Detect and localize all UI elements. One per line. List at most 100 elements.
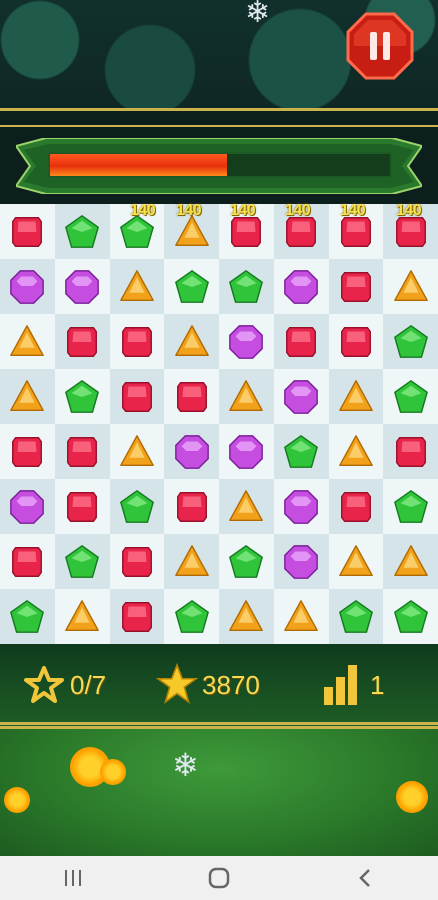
board-cell[interactable]: [383, 259, 438, 314]
board-cell[interactable]: [273, 479, 329, 534]
board-cell[interactable]: [109, 479, 165, 534]
board-cell[interactable]: [109, 424, 165, 479]
board-cell[interactable]: [164, 369, 219, 424]
board-cell[interactable]: [164, 479, 219, 534]
board-cell[interactable]: [54, 479, 110, 534]
gem-green-icon: [393, 599, 428, 633]
pause-icon: [346, 12, 414, 80]
gem-red-icon: [121, 326, 152, 357]
board-cell[interactable]: [219, 589, 274, 644]
snowflake-icon: ❄: [172, 747, 199, 783]
board-cell[interactable]: [164, 534, 219, 589]
gem-purple-icon: [65, 269, 99, 304]
board-cell[interactable]: [273, 369, 329, 424]
board-cell[interactable]: [328, 479, 384, 534]
score-value: 3870: [202, 670, 260, 700]
gem-green-icon: [338, 599, 373, 633]
game-board: [0, 204, 438, 644]
meadow-background: ❄: [0, 726, 438, 859]
board-cell[interactable]: [109, 259, 165, 314]
board-cell[interactable]: [328, 424, 384, 479]
board-cell[interactable]: [383, 369, 438, 424]
board-cell[interactable]: [164, 314, 219, 369]
board-cell[interactable]: [164, 589, 219, 644]
score-popup: 140: [176, 202, 202, 219]
recent-apps-button[interactable]: [43, 858, 103, 898]
board-cell[interactable]: [219, 259, 274, 314]
gem-orange-icon: [284, 599, 318, 631]
snowflake-icon: ❄: [245, 0, 271, 29]
gem-orange-icon: [229, 379, 264, 411]
gem-green-icon: [65, 379, 100, 413]
board-cell[interactable]: [328, 534, 384, 589]
board-cell[interactable]: [219, 314, 274, 369]
gem-purple-icon: [10, 269, 45, 304]
board-cell[interactable]: [219, 424, 274, 479]
gem-red-icon: [176, 491, 207, 522]
gem-red-icon: [340, 491, 371, 522]
board-cell[interactable]: [0, 424, 55, 479]
board-cell[interactable]: [328, 369, 384, 424]
board-cell[interactable]: [383, 424, 438, 479]
gem-green-icon: [229, 269, 264, 303]
board-cell[interactable]: [273, 424, 329, 479]
gem-red-icon: [67, 491, 98, 522]
board-cell[interactable]: [0, 204, 55, 259]
board-cell[interactable]: [273, 314, 329, 369]
back-button[interactable]: [335, 858, 395, 898]
star-outline-icon: [24, 666, 64, 703]
board-cell[interactable]: [164, 424, 219, 479]
board-cell[interactable]: [164, 259, 219, 314]
gem-red-icon: [67, 436, 98, 467]
board-cell[interactable]: [328, 259, 384, 314]
board-cell[interactable]: [109, 314, 165, 369]
gem-red-icon: [176, 381, 207, 412]
gem-red-icon: [121, 546, 152, 577]
board-cell[interactable]: [109, 369, 165, 424]
board-cell[interactable]: [54, 204, 110, 259]
board-cell[interactable]: [109, 534, 165, 589]
board-cell[interactable]: [219, 479, 274, 534]
board-cell[interactable]: [273, 534, 329, 589]
board-cell[interactable]: [383, 589, 438, 644]
gem-orange-icon: [339, 379, 373, 411]
board-cell[interactable]: [383, 479, 438, 534]
board-cell[interactable]: [273, 589, 329, 644]
gem-red-icon: [12, 546, 43, 577]
score-popup: 140: [230, 202, 256, 219]
board-cell[interactable]: [54, 369, 110, 424]
gem-orange-icon: [120, 269, 154, 301]
gem-orange-icon: [10, 324, 45, 356]
score-popup: 140: [285, 202, 311, 219]
board-cell[interactable]: [219, 534, 274, 589]
board-cell[interactable]: [54, 259, 110, 314]
board-cell[interactable]: [383, 314, 438, 369]
board-cell[interactable]: [273, 259, 329, 314]
pause-button[interactable]: [346, 12, 414, 80]
divider: [0, 722, 438, 725]
board-cell[interactable]: [54, 314, 110, 369]
home-button[interactable]: [189, 858, 249, 898]
board-cell[interactable]: [0, 479, 55, 534]
board-cell[interactable]: [383, 534, 438, 589]
gem-orange-icon: [229, 599, 264, 631]
board-cell[interactable]: [328, 589, 384, 644]
board-cell[interactable]: [54, 589, 110, 644]
board-cell[interactable]: [0, 314, 55, 369]
board-cell[interactable]: [0, 589, 55, 644]
board-cell[interactable]: [109, 589, 165, 644]
board-cell[interactable]: [219, 369, 274, 424]
board-cell[interactable]: [328, 314, 384, 369]
gem-red-icon: [12, 216, 43, 247]
board-cell[interactable]: [54, 424, 110, 479]
gem-purple-icon: [284, 379, 318, 414]
board-cell[interactable]: [0, 369, 55, 424]
board-cell[interactable]: [54, 534, 110, 589]
recent-apps-icon: [65, 870, 81, 886]
gem-orange-icon: [174, 544, 209, 576]
gem-purple-icon: [229, 434, 264, 469]
board-cell[interactable]: [0, 534, 55, 589]
board-cell[interactable]: [0, 259, 55, 314]
gem-purple-icon: [284, 269, 318, 304]
score-popup: 140: [340, 202, 366, 219]
